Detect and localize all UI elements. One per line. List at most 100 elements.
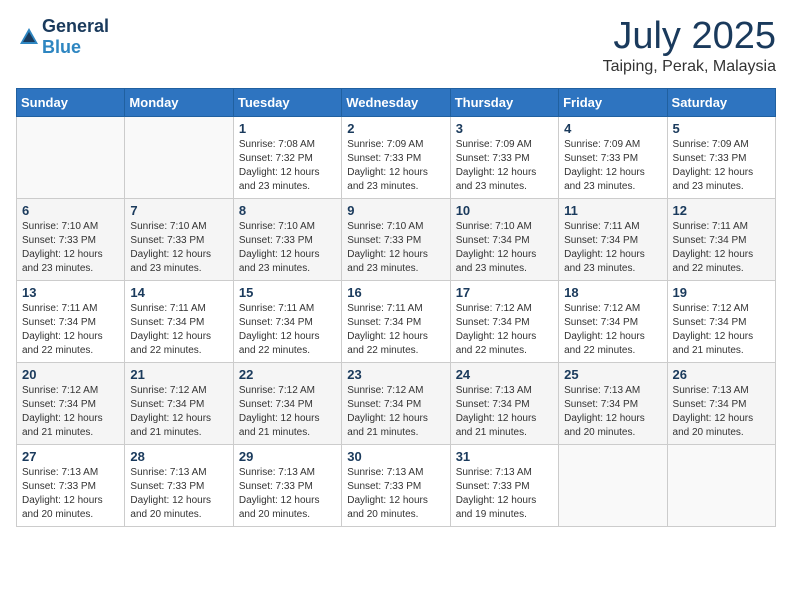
day-info: Sunrise: 7:09 AM Sunset: 7:33 PM Dayligh…	[673, 138, 770, 194]
day-info: Sunrise: 7:12 AM Sunset: 7:34 PM Dayligh…	[239, 384, 336, 440]
calendar-day-cell: 30 Sunrise: 7:13 AM Sunset: 7:33 PM Dayli…	[342, 444, 450, 526]
day-number: 12	[673, 203, 770, 218]
calendar-day-cell: 8Sunrise: 7:10 AM Sunset: 7:33 PM Daylig…	[233, 198, 341, 280]
day-number: 18	[564, 285, 661, 300]
day-number: 25	[564, 367, 661, 382]
logo-general-text: General	[42, 16, 109, 36]
day-number: 21	[130, 367, 227, 382]
day-info: Sunrise: 7:13 AM Sunset: 7:34 PM Dayligh…	[456, 384, 553, 440]
day-number: 10	[456, 203, 553, 218]
month-title: July 2025	[603, 16, 776, 58]
title-block: July 2025 Taiping, Perak, Malaysia	[603, 16, 776, 76]
weekday-header-row: SundayMondayTuesdayWednesdayThursdayFrid…	[17, 88, 776, 116]
calendar-day-cell: 5Sunrise: 7:09 AM Sunset: 7:33 PM Daylig…	[667, 116, 775, 198]
calendar-week-row: 13Sunrise: 7:11 AM Sunset: 7:34 PM Dayli…	[17, 280, 776, 362]
calendar-week-row: 27 Sunrise: 7:13 AM Sunset: 7:33 PM Dayli…	[17, 444, 776, 526]
day-number: 28	[130, 449, 227, 464]
day-info: Sunrise: 7:12 AM Sunset: 7:34 PM Dayligh…	[347, 384, 444, 440]
logo: General Blue	[16, 16, 109, 58]
day-number: 17	[456, 285, 553, 300]
day-number: 26	[673, 367, 770, 382]
calendar-day-cell: 9 Sunrise: 7:10 AM Sunset: 7:33 PM Daylig…	[342, 198, 450, 280]
day-number: 30	[347, 449, 444, 464]
day-info: Sunrise: 7:09 AM Sunset: 7:33 PM Dayligh…	[347, 138, 444, 194]
weekday-header-tuesday: Tuesday	[233, 88, 341, 116]
day-number: 7	[130, 203, 227, 218]
calendar-day-cell: 6Sunrise: 7:10 AM Sunset: 7:33 PM Daylig…	[17, 198, 125, 280]
calendar-empty-cell	[559, 444, 667, 526]
calendar-week-row: 6Sunrise: 7:10 AM Sunset: 7:33 PM Daylig…	[17, 198, 776, 280]
day-number: 2	[347, 121, 444, 136]
logo-blue-text: Blue	[42, 37, 81, 57]
weekday-header-friday: Friday	[559, 88, 667, 116]
weekday-header-monday: Monday	[125, 88, 233, 116]
calendar-day-cell: 24 Sunrise: 7:13 AM Sunset: 7:34 PM Dayli…	[450, 362, 558, 444]
calendar-day-cell: 23 Sunrise: 7:12 AM Sunset: 7:34 PM Dayli…	[342, 362, 450, 444]
day-info: Sunrise: 7:13 AM Sunset: 7:33 PM Dayligh…	[22, 466, 119, 522]
calendar-empty-cell	[17, 116, 125, 198]
calendar-day-cell: 21 Sunrise: 7:12 AM Sunset: 7:34 PM Dayli…	[125, 362, 233, 444]
day-number: 24	[456, 367, 553, 382]
day-number: 29	[239, 449, 336, 464]
day-info: Sunrise: 7:11 AM Sunset: 7:34 PM Dayligh…	[564, 220, 661, 276]
calendar-day-cell: 14Sunrise: 7:11 AM Sunset: 7:34 PM Dayli…	[125, 280, 233, 362]
calendar-day-cell: 16Sunrise: 7:11 AM Sunset: 7:34 PM Dayli…	[342, 280, 450, 362]
weekday-header-thursday: Thursday	[450, 88, 558, 116]
calendar-day-cell: 19Sunrise: 7:12 AM Sunset: 7:34 PM Dayli…	[667, 280, 775, 362]
day-info: Sunrise: 7:12 AM Sunset: 7:34 PM Dayligh…	[456, 302, 553, 358]
day-number: 27	[22, 449, 119, 464]
calendar-week-row: 1Sunrise: 7:08 AM Sunset: 7:32 PM Daylig…	[17, 116, 776, 198]
day-number: 3	[456, 121, 553, 136]
weekday-header-sunday: Sunday	[17, 88, 125, 116]
day-number: 31	[456, 449, 553, 464]
day-number: 19	[673, 285, 770, 300]
calendar-day-cell: 15 Sunrise: 7:11 AM Sunset: 7:34 PM Dayli…	[233, 280, 341, 362]
day-info: Sunrise: 7:11 AM Sunset: 7:34 PM Dayligh…	[347, 302, 444, 358]
calendar-day-cell: 17 Sunrise: 7:12 AM Sunset: 7:34 PM Dayli…	[450, 280, 558, 362]
day-number: 9	[347, 203, 444, 218]
day-info: Sunrise: 7:13 AM Sunset: 7:34 PM Dayligh…	[673, 384, 770, 440]
day-info: Sunrise: 7:13 AM Sunset: 7:33 PM Dayligh…	[239, 466, 336, 522]
weekday-header-wednesday: Wednesday	[342, 88, 450, 116]
day-number: 1	[239, 121, 336, 136]
day-info: Sunrise: 7:13 AM Sunset: 7:33 PM Dayligh…	[347, 466, 444, 522]
calendar-day-cell: 25 Sunrise: 7:13 AM Sunset: 7:34 PM Dayli…	[559, 362, 667, 444]
calendar-day-cell: 31Sunrise: 7:13 AM Sunset: 7:33 PM Dayli…	[450, 444, 558, 526]
day-info: Sunrise: 7:12 AM Sunset: 7:34 PM Dayligh…	[22, 384, 119, 440]
calendar-table: SundayMondayTuesdayWednesdayThursdayFrid…	[16, 88, 776, 527]
calendar-day-cell: 29 Sunrise: 7:13 AM Sunset: 7:33 PM Dayli…	[233, 444, 341, 526]
day-info: Sunrise: 7:10 AM Sunset: 7:33 PM Dayligh…	[347, 220, 444, 276]
day-info: Sunrise: 7:10 AM Sunset: 7:33 PM Dayligh…	[239, 220, 336, 276]
day-info: Sunrise: 7:11 AM Sunset: 7:34 PM Dayligh…	[673, 220, 770, 276]
calendar-day-cell: 2 Sunrise: 7:09 AM Sunset: 7:33 PM Daylig…	[342, 116, 450, 198]
day-info: Sunrise: 7:09 AM Sunset: 7:33 PM Dayligh…	[564, 138, 661, 194]
day-number: 22	[239, 367, 336, 382]
calendar-day-cell: 28Sunrise: 7:13 AM Sunset: 7:33 PM Dayli…	[125, 444, 233, 526]
day-info: Sunrise: 7:12 AM Sunset: 7:34 PM Dayligh…	[564, 302, 661, 358]
day-number: 23	[347, 367, 444, 382]
day-info: Sunrise: 7:12 AM Sunset: 7:34 PM Dayligh…	[130, 384, 227, 440]
day-info: Sunrise: 7:10 AM Sunset: 7:33 PM Dayligh…	[22, 220, 119, 276]
logo-icon	[18, 26, 40, 48]
calendar-day-cell: 27 Sunrise: 7:13 AM Sunset: 7:33 PM Dayli…	[17, 444, 125, 526]
calendar-empty-cell	[667, 444, 775, 526]
calendar-day-cell: 10 Sunrise: 7:10 AM Sunset: 7:34 PM Dayli…	[450, 198, 558, 280]
calendar-day-cell: 18 Sunrise: 7:12 AM Sunset: 7:34 PM Dayli…	[559, 280, 667, 362]
day-info: Sunrise: 7:10 AM Sunset: 7:34 PM Dayligh…	[456, 220, 553, 276]
calendar-day-cell: 11Sunrise: 7:11 AM Sunset: 7:34 PM Dayli…	[559, 198, 667, 280]
calendar-empty-cell	[125, 116, 233, 198]
calendar-day-cell: 20Sunrise: 7:12 AM Sunset: 7:34 PM Dayli…	[17, 362, 125, 444]
calendar-day-cell: 4 Sunrise: 7:09 AM Sunset: 7:33 PM Daylig…	[559, 116, 667, 198]
location-title: Taiping, Perak, Malaysia	[603, 58, 776, 76]
calendar-week-row: 20Sunrise: 7:12 AM Sunset: 7:34 PM Dayli…	[17, 362, 776, 444]
day-info: Sunrise: 7:11 AM Sunset: 7:34 PM Dayligh…	[22, 302, 119, 358]
day-info: Sunrise: 7:09 AM Sunset: 7:33 PM Dayligh…	[456, 138, 553, 194]
day-info: Sunrise: 7:11 AM Sunset: 7:34 PM Dayligh…	[239, 302, 336, 358]
day-info: Sunrise: 7:13 AM Sunset: 7:34 PM Dayligh…	[564, 384, 661, 440]
day-info: Sunrise: 7:10 AM Sunset: 7:33 PM Dayligh…	[130, 220, 227, 276]
page-header: General Blue July 2025 Taiping, Perak, M…	[16, 16, 776, 76]
day-number: 15	[239, 285, 336, 300]
day-number: 4	[564, 121, 661, 136]
day-number: 14	[130, 285, 227, 300]
calendar-day-cell: 1Sunrise: 7:08 AM Sunset: 7:32 PM Daylig…	[233, 116, 341, 198]
